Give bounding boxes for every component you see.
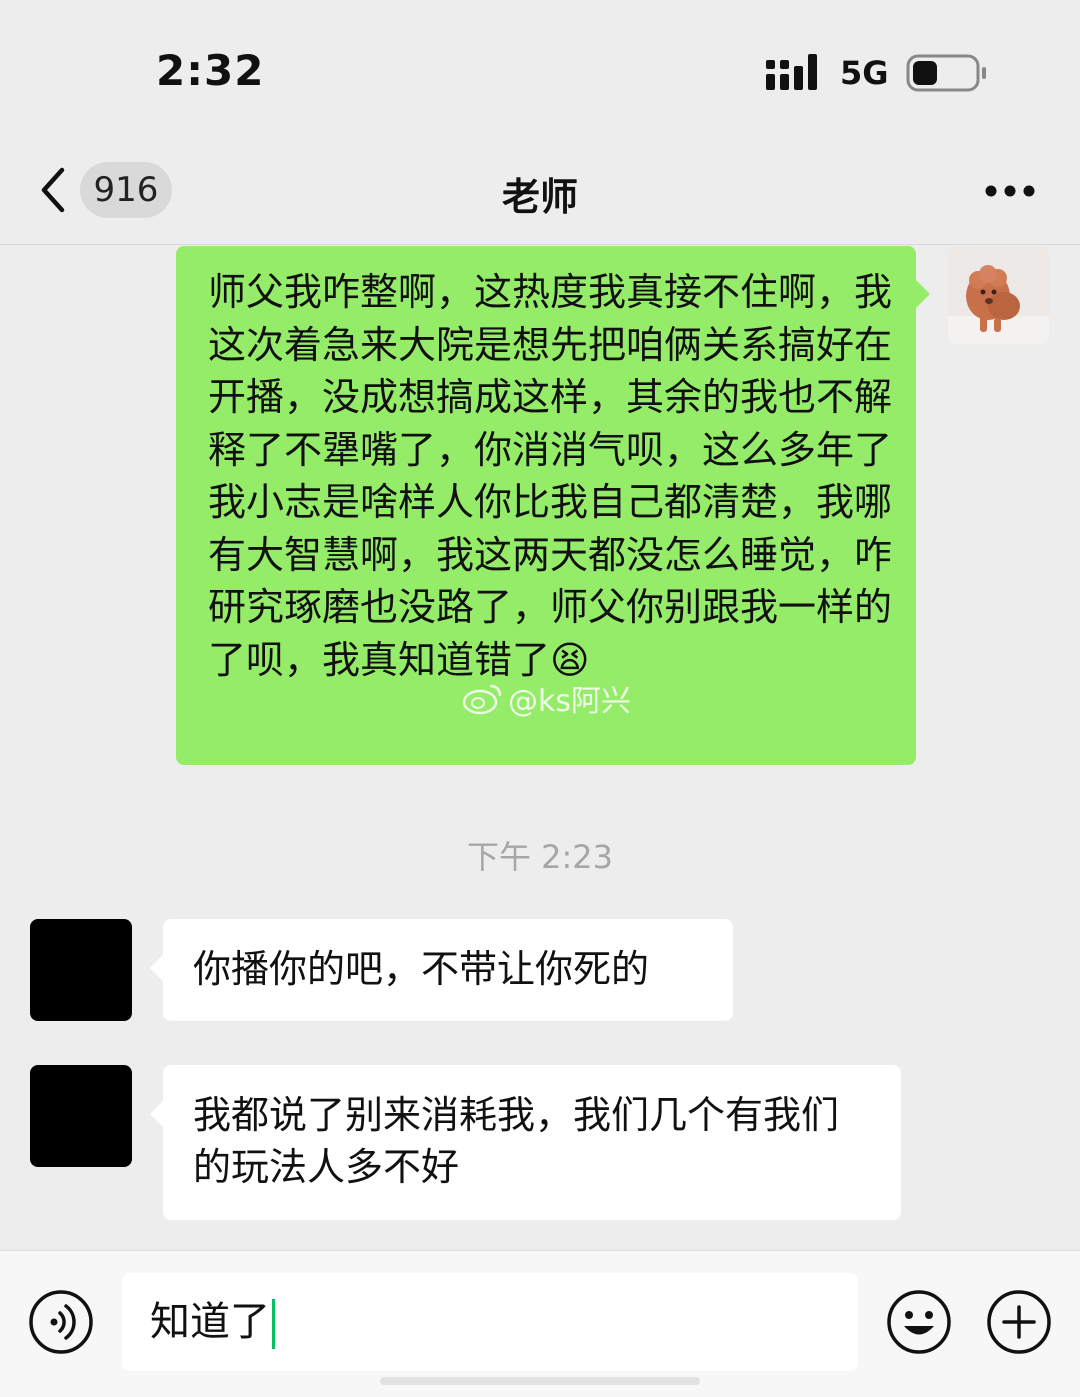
message-text: 你播你的吧，不带让你死的 [193,947,650,991]
status-time: 2:32 [156,46,265,95]
poodle-avatar-image [948,246,1049,344]
battery-icon [906,54,986,92]
emoji-icon[interactable] [886,1289,952,1355]
input-bar: 知道了 [0,1250,1080,1397]
contact-avatar[interactable] [30,919,132,1021]
text-caret [272,1299,275,1349]
self-avatar[interactable] [948,246,1049,344]
network-type: 5G [840,54,889,92]
watermark-text: @ks阿兴 [508,684,632,719]
more-options-icon[interactable] [984,184,1036,198]
bubble-tail [150,1101,163,1127]
crying-face-emoji: 😫 [550,637,590,682]
chat-title: 老师 [501,175,578,219]
contact-avatar[interactable] [30,1065,132,1167]
message-input[interactable]: 知道了 [122,1273,858,1371]
signal-icon [766,54,817,90]
message-text: 我都说了别来消耗我，我们几个有我们的玩法人多不好 [193,1093,840,1189]
message-text: 师父我咋整啊，这热度我真接不住啊，我这次着急来大院是想先把咱俩关系搞好在开播，没… [208,270,893,682]
received-message-bubble[interactable]: 我都说了别来消耗我，我们几个有我们的玩法人多不好 [150,1065,901,1220]
weibo-icon [462,684,502,715]
received-message-bubble[interactable]: 你播你的吧，不带让你死的 [150,919,733,1021]
chat-header: 916 老师 [0,140,1080,245]
bubble-tail [916,280,930,308]
plus-icon[interactable] [986,1289,1052,1355]
message-timestamp: 下午 2:23 [466,838,614,876]
weibo-watermark: @ks阿兴 [460,676,631,720]
voice-icon[interactable] [28,1289,94,1355]
home-indicator [380,1377,700,1385]
bubble-tail [150,955,163,981]
status-bar: 2:32 5G [0,0,1080,140]
